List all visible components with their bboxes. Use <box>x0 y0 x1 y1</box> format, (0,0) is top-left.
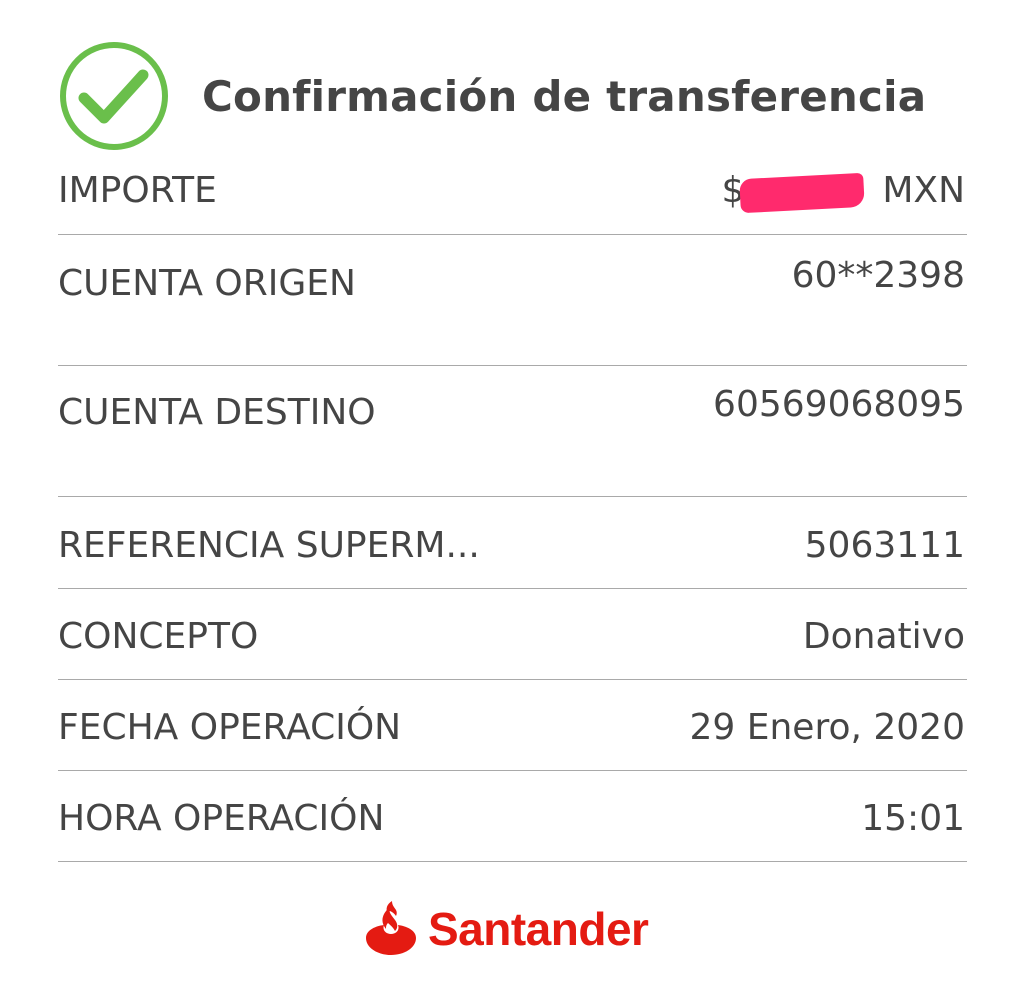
cuenta-origen-value: 60**2398 <box>791 255 965 296</box>
cuenta-destino-value: 60569068095 <box>713 384 965 425</box>
row-fecha-operacion: FECHA OPERACIÓN 29 Enero, 2020 <box>58 680 967 771</box>
confirmation-header: Confirmación de transferencia <box>58 40 926 152</box>
flame-icon <box>366 901 416 955</box>
redacted-amount-mark <box>739 172 866 213</box>
hora-operacion-label: HORA OPERACIÓN <box>58 798 385 839</box>
referencia-label: REFERENCIA SUPERM... <box>58 525 480 566</box>
hora-operacion-value: 15:01 <box>861 798 965 839</box>
row-concepto: CONCEPTO Donativo <box>58 589 967 680</box>
row-hora-operacion: HORA OPERACIÓN 15:01 <box>58 771 967 862</box>
row-cuenta-destino: CUENTA DESTINO 60569068095 <box>58 366 967 497</box>
row-cuenta-origen: CUENTA ORIGEN 60**2398 <box>58 235 967 366</box>
currency-code: MXN <box>882 170 965 211</box>
row-importe: IMPORTE $ MXN <box>58 152 967 235</box>
row-referencia: REFERENCIA SUPERM... 5063111 <box>58 497 967 589</box>
importe-value: $ MXN <box>721 170 965 213</box>
cuenta-destino-label: CUENTA DESTINO <box>58 392 376 433</box>
transfer-details: IMPORTE $ MXN CUENTA ORIGEN 60**2398 CUE… <box>58 152 967 862</box>
cuenta-origen-label: CUENTA ORIGEN <box>58 263 356 304</box>
importe-label: IMPORTE <box>58 170 217 211</box>
brand-name: Santander <box>428 903 649 955</box>
check-circle-icon <box>60 42 168 150</box>
concepto-value: Donativo <box>802 616 965 657</box>
referencia-value: 5063111 <box>804 525 965 566</box>
concepto-label: CONCEPTO <box>58 616 259 657</box>
fecha-operacion-label: FECHA OPERACIÓN <box>58 707 402 748</box>
page-title: Confirmación de transferencia <box>202 71 927 121</box>
fecha-operacion-value: 29 Enero, 2020 <box>689 707 965 748</box>
santander-logo: Santander <box>362 898 649 960</box>
